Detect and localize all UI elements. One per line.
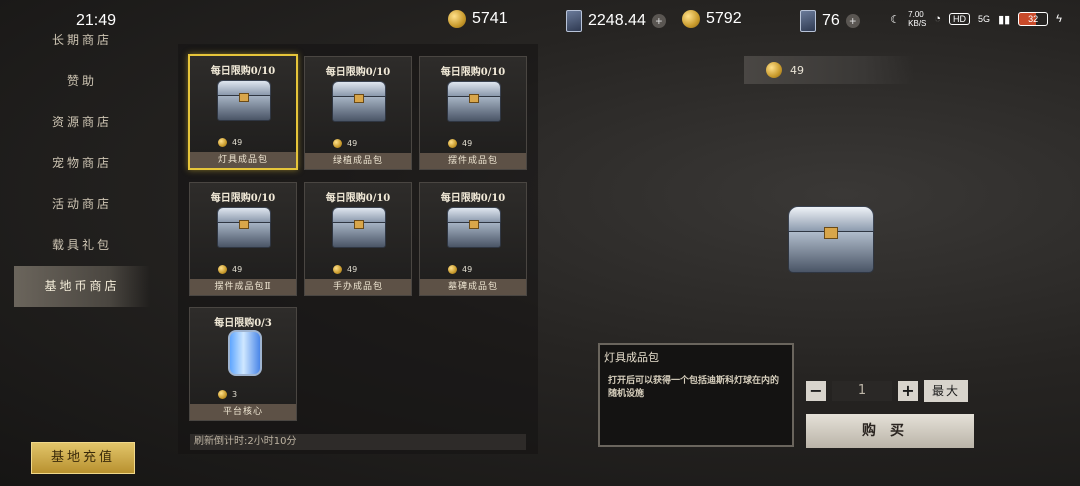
item-price: 49 — [218, 265, 242, 274]
shop-item-card[interactable]: 每日限购0/10 49 摆件成品包 — [419, 56, 527, 170]
sidebar-item-resource-shop[interactable]: 资源商店 — [14, 102, 150, 143]
silver-chest-icon — [332, 207, 386, 248]
silver-chest-icon — [788, 206, 874, 273]
shop-item-card[interactable]: 每日限购0/10 49 绿植成品包 — [304, 56, 412, 170]
shop-item-card[interactable]: 每日限购0/10 49 墓碑成品包 — [419, 182, 527, 296]
sidebar-item-long-term-shop[interactable]: 长期商店 — [14, 20, 150, 61]
purchase-limit-label: 每日限购0/10 — [325, 67, 391, 78]
description-text: 打开后可以获得一个包括迪斯科灯球在内的随机设施 — [608, 376, 780, 399]
item-name: 平台核心 — [190, 404, 296, 420]
item-price: 3 — [218, 390, 237, 399]
sidebar-item-sponsor[interactable]: 赞助 — [14, 61, 150, 102]
charging-icon: ϟ — [1056, 13, 1062, 25]
wifi-icon: ◔ — [934, 13, 942, 25]
silver-chest-icon — [217, 207, 271, 248]
gold-coin-icon — [766, 62, 782, 78]
add-currency-icon[interactable]: + — [651, 14, 666, 28]
max-quantity-button[interactable]: 最大 — [924, 380, 968, 402]
item-name: 手办成品包 — [305, 279, 411, 295]
gold-coin-icon — [448, 10, 466, 28]
shop-item-card[interactable]: 每日限购0/10 49 摆件成品包Ⅱ — [189, 182, 297, 296]
item-price: 49 — [448, 139, 472, 148]
buy-button[interactable]: 购买 — [806, 414, 974, 448]
moon-icon: ☾ — [890, 13, 901, 26]
sidebar-item-base-coin-shop[interactable]: 基地币商店 — [14, 266, 150, 307]
purchase-limit-label: 每日限购0/10 — [440, 67, 506, 78]
card-value: 2248.44 — [588, 12, 646, 29]
card-icon — [566, 10, 582, 32]
selected-item-price: 49 — [744, 56, 914, 84]
silver-chest-icon — [447, 207, 501, 248]
quantity-stepper: − 1 + 最大 — [806, 380, 968, 402]
increase-quantity-button[interactable]: + — [898, 381, 918, 401]
sidebar-item-pet-shop[interactable]: 宠物商店 — [14, 143, 150, 184]
card-count-counter: 76 + — [800, 10, 860, 32]
card-count-value: 76 — [822, 12, 840, 29]
gold-coin-icon — [218, 265, 227, 274]
silver-chest-icon — [332, 81, 386, 122]
purchase-limit-label: 每日限购0/10 — [440, 193, 506, 204]
purchase-limit-label: 每日限购0/10 — [210, 66, 276, 77]
item-name: 墓碑成品包 — [420, 279, 526, 295]
gold-coin-icon — [333, 265, 342, 274]
net-speed: 7.00 KB/S — [908, 10, 927, 28]
decrease-quantity-button[interactable]: − — [806, 381, 826, 401]
purchase-limit-label: 每日限购0/3 — [214, 318, 272, 329]
blue-core-icon — [228, 330, 262, 376]
description-title: 灯具成品包 — [604, 351, 659, 364]
hd-badge: HD — [949, 13, 971, 25]
add-card-icon[interactable]: + — [845, 14, 860, 28]
item-name: 摆件成品包 — [420, 153, 526, 169]
item-description-box: 灯具成品包 打开后可以获得一个包括迪斯科灯球在内的随机设施 — [598, 343, 794, 447]
item-name: 绿植成品包 — [305, 153, 411, 169]
coin-b-value: 5792 — [706, 10, 742, 27]
signal-label: 5G — [978, 14, 991, 24]
item-price: 49 — [333, 139, 357, 148]
system-tray: ☾ 7.00 KB/S ◔ HD 5G ▮▮ 32 ϟ — [890, 10, 1062, 28]
gold-coin-icon — [333, 139, 342, 148]
status-bar: 21:49 5741 2248.44 + 5792 76 + ☾ 7.00 KB… — [0, 0, 1080, 40]
shop-item-card-selected[interactable]: 每日限购0/10 49 灯具成品包 — [188, 54, 298, 170]
shop-category-sidebar: 长期商店 赞助 资源商店 宠物商店 活动商店 载具礼包 基地币商店 — [14, 20, 150, 307]
sidebar-item-event-shop[interactable]: 活动商店 — [14, 184, 150, 225]
gold-coin-icon — [448, 139, 457, 148]
item-price: 49 — [448, 265, 472, 274]
gold-coin-icon — [682, 10, 700, 28]
silver-chest-icon — [447, 81, 501, 122]
sidebar-item-vehicle-pack[interactable]: 载具礼包 — [14, 225, 150, 266]
silver-chest-icon — [217, 80, 271, 121]
base-recharge-button[interactable]: 基地充值 — [31, 442, 135, 474]
shop-item-card[interactable]: 每日限购0/10 49 手办成品包 — [304, 182, 412, 296]
item-name: 摆件成品包Ⅱ — [190, 279, 296, 295]
coin-a-counter: 5741 — [448, 10, 508, 28]
gold-coin-icon — [448, 265, 457, 274]
purchase-limit-label: 每日限购0/10 — [325, 193, 391, 204]
item-price: 49 — [333, 265, 357, 274]
item-name: 灯具成品包 — [190, 152, 296, 168]
shop-item-card[interactable]: 每日限购0/3 3 平台核心 — [189, 307, 297, 421]
card-value-counter: 2248.44 + — [566, 10, 666, 32]
gold-coin-icon — [218, 390, 227, 399]
gold-coin-icon — [218, 138, 227, 147]
coin-b-counter: 5792 — [682, 10, 742, 28]
refresh-countdown: 刷新倒计时:2小时10分 — [190, 434, 526, 450]
battery-icon: 32 — [1018, 12, 1049, 26]
signal-bars-icon: ▮▮ — [998, 13, 1011, 26]
item-price: 49 — [218, 138, 242, 147]
purchase-limit-label: 每日限购0/10 — [210, 193, 276, 204]
selected-price-value: 49 — [790, 63, 804, 77]
card-icon — [800, 10, 816, 32]
coin-a-value: 5741 — [472, 10, 508, 27]
quantity-input[interactable]: 1 — [832, 381, 892, 401]
